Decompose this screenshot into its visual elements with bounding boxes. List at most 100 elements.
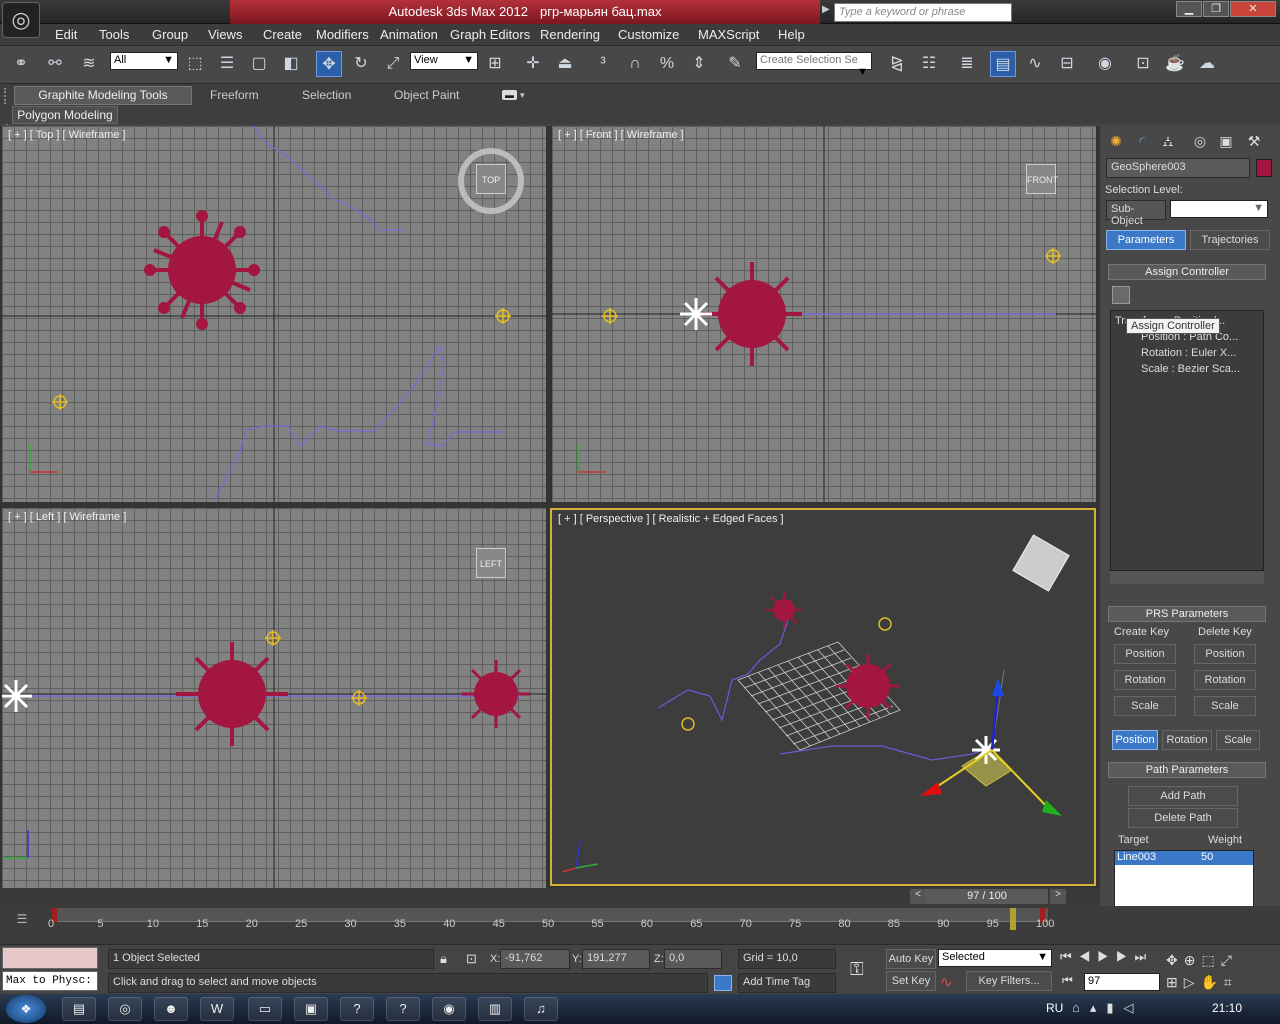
explorer-icon[interactable]: ▤ (62, 997, 96, 1021)
keyboard-shortcut-icon[interactable]: ⏏ (552, 51, 578, 77)
prs-position-button[interactable]: Position (1112, 730, 1158, 750)
delete-path-button[interactable]: Delete Path (1128, 808, 1238, 828)
viewcube-left-label[interactable]: LEFT (476, 548, 506, 578)
itunes-icon[interactable]: ♫ (524, 997, 558, 1021)
pivot-center-icon[interactable]: ⊞ (482, 51, 508, 77)
computer-icon[interactable]: ▭ (248, 997, 282, 1021)
menu-rendering[interactable]: Rendering (540, 27, 600, 42)
reference-coord-dropdown[interactable]: View ▼ (410, 52, 478, 70)
help-app-icon[interactable]: ? (340, 997, 374, 1021)
viewcube-left[interactable]: LEFT (454, 548, 528, 588)
media-app-icon[interactable]: ▣ (294, 997, 328, 1021)
menu-help[interactable]: Help (778, 27, 805, 42)
close-button[interactable]: ✕ (1230, 1, 1276, 17)
render-production-icon[interactable]: ☁ (1194, 51, 1220, 77)
prev-frame-icon[interactable]: < (910, 889, 926, 904)
viewport-perspective[interactable]: [ + ] [ Perspective ] [ Realistic + Edge… (550, 508, 1096, 886)
menu-maxscript[interactable]: MAXScript (698, 27, 759, 42)
minimize-button[interactable]: ▁ (1176, 1, 1202, 17)
sub-object-button[interactable]: Sub-Object (1106, 200, 1166, 227)
display-tab-icon[interactable]: ▣ (1214, 130, 1238, 152)
next-frame-icon[interactable]: > (1050, 889, 1066, 904)
path-target-row[interactable]: Line003 50 (1115, 851, 1253, 865)
delete-key-rotation-button[interactable]: Rotation (1194, 670, 1256, 690)
set-key-curve-icon[interactable]: ∿ (940, 973, 953, 991)
viewcube-top-label[interactable]: TOP (476, 164, 506, 194)
select-and-scale-icon[interactable]: ⤢ (380, 51, 406, 77)
chrome-icon[interactable]: ◉ (432, 997, 466, 1021)
angle-snap-icon[interactable]: ∩ (622, 51, 648, 77)
viewport-navigation-controls[interactable]: ✥⊕⬚⤢ ⊞▷✋⌗ (1166, 949, 1276, 993)
viewport-front[interactable]: [ + ] [ Front ] [ Wireframe ] FRONT (552, 126, 1096, 502)
viewcube-front-label[interactable]: FRONT (1026, 164, 1058, 194)
hierarchy-tab-icon[interactable]: ⛼ (1156, 130, 1180, 152)
maxscript-listener-mini[interactable] (2, 947, 98, 969)
select-object-icon[interactable]: ⬚ (182, 51, 208, 77)
align-icon[interactable]: ☷ (916, 51, 942, 77)
search-expand-icon[interactable]: ▶ (822, 4, 830, 15)
tree-item-rotation[interactable]: Rotation : Euler X... (1115, 345, 1259, 361)
percent-snap-icon[interactable]: % (654, 51, 680, 77)
chevron-down-icon[interactable]: ▾ (520, 90, 525, 101)
current-frame-field[interactable]: 97 (1084, 973, 1160, 991)
search-input[interactable]: Type a keyword or phrase (834, 3, 1012, 22)
messenger-icon[interactable]: ☻ (154, 997, 188, 1021)
start-button[interactable]: ❖ (6, 995, 46, 1023)
tab-selection[interactable]: Selection (302, 88, 351, 102)
select-and-move-icon[interactable]: ✥ (316, 51, 342, 77)
prs-parameters-rollout[interactable]: PRS Parameters (1108, 606, 1266, 622)
create-key-position-button[interactable]: Position (1114, 644, 1176, 664)
key-mode-toggle-icon[interactable]: ⏮ (1062, 973, 1073, 988)
auto-key-button[interactable]: Auto Key (886, 949, 936, 969)
coord-x-field[interactable]: -91,762 (500, 949, 570, 969)
tab-freeform[interactable]: Freeform (210, 88, 259, 102)
set-key-button[interactable]: Set Key (886, 971, 936, 991)
select-manipulate-icon[interactable]: ✛ (520, 51, 546, 77)
prs-scale-button[interactable]: Scale (1216, 730, 1260, 750)
assign-controller-rollout[interactable]: Assign Controller (1108, 264, 1266, 280)
rendered-frame-icon[interactable]: ☕ (1162, 51, 1188, 77)
add-time-tag-button[interactable]: Add Time Tag (738, 973, 836, 993)
menu-group[interactable]: Group (152, 27, 188, 42)
menu-modifiers[interactable]: Modifiers (316, 27, 369, 42)
menu-views[interactable]: Views (208, 27, 242, 42)
controller-tree[interactable]: Transform : Position/... Position : Path… (1110, 310, 1264, 584)
viewport-top[interactable]: [ + ] [ Top ] [ Wireframe ] TOP (2, 126, 546, 502)
modify-tab-icon[interactable]: ◜ (1130, 130, 1154, 152)
named-selection-set-dropdown[interactable]: Create Selection Se ▼ (756, 52, 872, 78)
delete-key-scale-button[interactable]: Scale (1194, 696, 1256, 716)
archive-icon[interactable]: ▥ (478, 997, 512, 1021)
3dsmax-taskbar-icon[interactable]: ◎ (108, 997, 142, 1021)
tray-icons[interactable]: ⌂▴▮◁ (1072, 1000, 1144, 1016)
motion-tab-icon[interactable]: ◎ (1188, 130, 1212, 152)
create-tab-icon[interactable]: ✺ (1104, 130, 1128, 152)
spinner-snap-icon[interactable]: ⇕ (686, 51, 712, 77)
select-by-name-icon[interactable]: ☰ (214, 51, 240, 77)
time-slider-thumb[interactable]: 97 / 100 (926, 889, 1048, 904)
utilities-tab-icon[interactable]: ⚒ (1242, 130, 1266, 152)
menu-create[interactable]: Create (263, 27, 302, 42)
mirror-icon[interactable]: ⧎ (884, 51, 910, 77)
parameters-button[interactable]: Parameters (1106, 230, 1186, 250)
snaps-toggle-icon[interactable]: ³ (590, 51, 616, 77)
word-icon[interactable]: W (200, 997, 234, 1021)
edit-named-sets-icon[interactable]: ✎ (722, 51, 748, 77)
object-color-swatch[interactable] (1256, 159, 1272, 177)
prs-rotation-button[interactable]: Rotation (1162, 730, 1212, 750)
maxscript-input[interactable]: Max to Physc: (2, 971, 98, 991)
tab-graphite-modeling-tools[interactable]: Graphite Modeling Tools (14, 86, 192, 105)
menu-customize[interactable]: Customize (618, 27, 679, 42)
link-icon[interactable]: ⚭ (8, 51, 34, 77)
trajectories-button[interactable]: Trajectories (1190, 230, 1270, 250)
viewcube-perspective[interactable] (1006, 534, 1076, 602)
layer-manager-icon[interactable]: ≣ (954, 51, 980, 77)
menu-graph-editors[interactable]: Graph Editors (450, 27, 530, 42)
tree-item-scale[interactable]: Scale : Bezier Sca... (1115, 361, 1259, 377)
render-setup-icon[interactable]: ⊡ (1130, 51, 1156, 77)
rect-selection-icon[interactable]: ▢ (246, 51, 272, 77)
track-bar[interactable]: ☰ 0 5 10 15 20 25 30 35 40 45 50 55 60 65 70 75 80 85 90 95… (0, 906, 1280, 944)
maximize-button[interactable]: ❐ (1203, 1, 1229, 17)
language-indicator[interactable]: RU (1046, 1001, 1063, 1015)
create-key-scale-button[interactable]: Scale (1114, 696, 1176, 716)
menu-edit[interactable]: Edit (55, 27, 77, 42)
